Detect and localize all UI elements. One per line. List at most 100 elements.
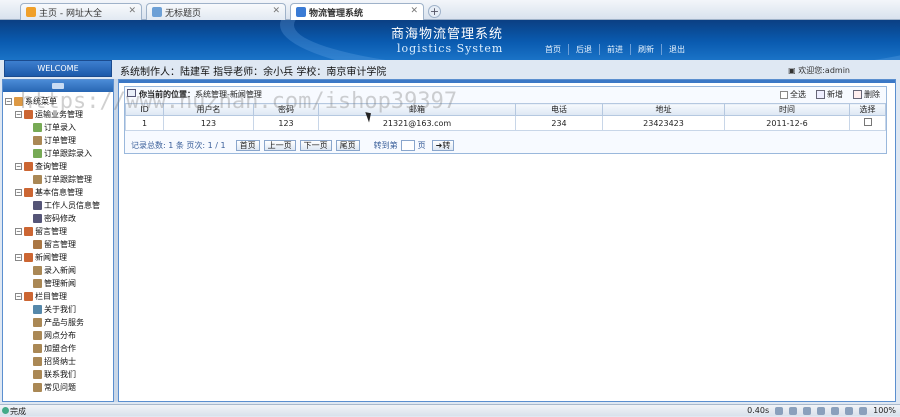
zoom-icon[interactable] [859,406,868,415]
tray-icon[interactable] [845,406,854,415]
tree-root[interactable]: − 系统菜单 [5,96,57,107]
go-button[interactable]: ➜转 [431,140,455,151]
close-icon[interactable]: ✕ [128,6,136,16]
tree-item-products[interactable]: 产品与服务 [33,317,84,328]
location-icon [127,89,136,97]
browser-tab-bar: 主页 - 网址大全 ✕ 无标题页 ✕ 物流管理系统 ✕ + [0,0,900,21]
data-panel: 你当前的位置：系统管理-新闻管理 全选 新增 删除 ID 用户名 密码 邮箱 电… [124,86,887,154]
tab-logistics[interactable]: 物流管理系统 ✕ [290,3,424,21]
tree-item-network[interactable]: 网点分布 [33,330,76,341]
user-icon [33,201,42,210]
edit-icon [33,149,42,158]
tray-icon[interactable] [817,406,826,415]
edit-icon [33,123,42,132]
row-checkbox[interactable] [863,118,872,126]
user-info: ▣ 欢迎您:admin [788,65,850,76]
tree-item-order-manage[interactable]: 订单管理 [33,135,76,146]
add-icon [816,90,825,99]
page-icon [296,7,306,17]
document-icon [33,370,42,379]
page-number-input[interactable] [400,140,415,151]
tray-icon[interactable] [831,406,840,415]
tree-item-message-manage[interactable]: 留言管理 [33,239,76,250]
tree-item-password[interactable]: 密码修改 [33,213,76,224]
sidebar-collapse[interactable] [3,80,113,92]
tree-item-franchise[interactable]: 加盟合作 [33,343,76,354]
tree-item-faq[interactable]: 常见问题 [33,382,76,393]
next-page-button[interactable]: 下一页 [299,140,332,151]
tree-item-contact[interactable]: 联系我们 [33,369,76,380]
tree-group-basic[interactable]: − 基本信息管理 [15,187,83,198]
table-row[interactable]: 1 123 123 21321@163.com 234 23423423 201… [125,115,886,131]
nav-refresh[interactable]: 刷新 [631,44,662,55]
cell-password: 123 [253,115,319,131]
tree-group-news[interactable]: − 新闻管理 [15,252,67,263]
tree-group-messages[interactable]: − 留言管理 [15,226,67,237]
close-icon[interactable]: ✕ [272,6,280,16]
tray-icon[interactable] [775,406,784,415]
tab-home[interactable]: 主页 - 网址大全 ✕ [20,3,142,20]
folder-icon [24,292,33,301]
delete-icon [853,90,862,99]
collapse-toggle-icon: − [15,163,22,170]
tree-group-columns[interactable]: − 栏目管理 [15,291,67,302]
cell-time: 2011-12-6 [724,115,850,131]
last-page-button[interactable]: 尾页 [335,140,360,151]
cell-phone: 234 [515,115,603,131]
list-icon [33,175,42,184]
nav-back[interactable]: 后退 [569,44,600,55]
credit-text: 系统制作人：陆建军 指导老师：余小兵 学校：南京审计学院 [120,67,387,78]
records-table: ID 用户名 密码 邮箱 电话 地址 时间 选择 1 123 123 21321… [125,103,886,131]
location-label: 你当前的位置： [139,90,195,99]
tree-item-about[interactable]: 关于我们 [33,304,76,315]
col-time: 时间 [724,103,850,116]
welcome-bar: WELCOME [4,60,112,77]
nav-exit[interactable]: 退出 [662,44,692,55]
folder-icon [14,97,23,106]
tray-icon[interactable] [803,406,812,415]
tab-label: 主页 - 网址大全 [39,9,102,19]
pager-summary: 记录总数: 1 条 页次: 1 / 1 [131,141,226,150]
welcome-label: WELCOME [37,64,79,73]
prev-page-button[interactable]: 上一页 [263,140,296,151]
tree-item-news-entry[interactable]: 录入新闻 [33,265,76,276]
col-select: 选择 [849,103,886,116]
first-page-button[interactable]: 首页 [235,140,260,151]
tree-group-query[interactable]: − 查询管理 [15,161,67,172]
close-icon[interactable]: ✕ [410,6,418,16]
folder-icon [24,227,33,236]
tree-item-track-manage[interactable]: 订单跟踪管理 [33,174,92,185]
cell-username: 123 [163,115,254,131]
tab-untitled[interactable]: 无标题页 ✕ [146,3,286,20]
location-path: 系统管理-新闻管理 [195,90,262,99]
cell-email: 21321@163.com [318,115,516,131]
status-tray: 0.40s 100% [747,406,896,415]
list-icon [33,136,42,145]
zoom-level[interactable]: 100% [873,406,896,415]
tree-item-recruit[interactable]: 招贤纳士 [33,356,76,367]
tree-item-track-entry[interactable]: 订单跟踪录入 [33,148,92,159]
key-icon [33,214,42,223]
add-button[interactable]: 新增 [816,89,843,100]
status-text: 完成 [10,407,26,416]
home-icon [26,7,36,17]
folder-icon [24,162,33,171]
select-all-button[interactable]: 全选 [780,89,806,100]
new-tab-button[interactable]: + [428,5,441,18]
nav-forward[interactable]: 前进 [600,44,631,55]
tray-icon[interactable] [789,406,798,415]
delete-button[interactable]: 删除 [853,89,880,100]
document-icon [33,344,42,353]
tree-item-order-entry[interactable]: 订单录入 [33,122,76,133]
nav-home[interactable]: 首页 [538,44,569,55]
top-nav: 首页 后退 前进 刷新 退出 [538,44,692,55]
tree-item-news-manage[interactable]: 管理新闻 [33,278,76,289]
timer-text: 0.40s [747,406,770,415]
tree-item-staff[interactable]: 工作人员信息管 [33,200,100,211]
folder-icon [24,188,33,197]
user-label: 欢迎您:admin [798,66,850,75]
document-icon [33,279,42,288]
tree-group-transport[interactable]: − 运输业务管理 [15,109,83,120]
app-header: 商海物流管理系统 logistics System 首页 后退 前进 刷新 退出 [0,20,900,60]
checkbox-icon [780,90,788,99]
